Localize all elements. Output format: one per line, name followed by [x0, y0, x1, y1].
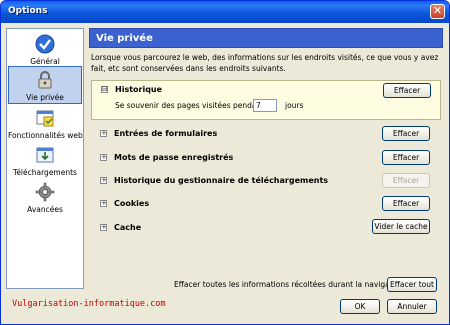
expand-toggle[interactable]: + — [100, 130, 107, 137]
sidebar-item-label: Général — [30, 57, 60, 66]
expand-toggle[interactable]: + — [100, 154, 107, 161]
section-label: Historique — [115, 85, 163, 94]
clear-all-label: Effacer toutes les informations récoltée… — [174, 280, 410, 289]
sidebar-item-label: Fonctionnalités web — [8, 131, 83, 140]
sidebar-item-downloads[interactable]: Téléchargements — [8, 142, 82, 180]
clear-cookies-button[interactable]: Effacer — [382, 196, 430, 211]
section-label: Mots de passe enregistrés — [114, 153, 234, 162]
close-icon: ✕ — [432, 4, 443, 17]
sidebar-item-label: Vie privée — [26, 93, 64, 102]
options-window: Options ✕ Général Vie privée Fonctionnal… — [0, 0, 450, 325]
remember-history-label: Se souvenir des pages visitées pendant — [115, 101, 265, 110]
clear-cache-button[interactable]: Vider le cache — [372, 219, 430, 234]
section-label: Entrées de formulaires — [114, 129, 218, 138]
clear-passwords-button[interactable]: Effacer — [382, 150, 430, 165]
title-bar[interactable]: Options ✕ — [1, 1, 449, 23]
checkmark-icon — [35, 34, 55, 54]
clear-download-history-button[interactable]: Effacer — [382, 173, 430, 188]
history-days-input[interactable] — [253, 99, 277, 112]
downloads-icon — [36, 147, 54, 163]
days-unit-label: jours — [285, 101, 304, 110]
window-title: Options — [8, 6, 48, 16]
close-button[interactable]: ✕ — [430, 4, 445, 19]
section-label: Historique du gestionnaire de télécharge… — [114, 176, 329, 185]
ok-button[interactable]: OK — [340, 299, 380, 314]
expand-toggle[interactable]: + — [100, 224, 107, 231]
sidebar-item-label: Téléchargements — [13, 168, 77, 177]
sidebar-item-label: Avancées — [27, 205, 63, 214]
clear-form-entries-button[interactable]: Effacer — [382, 126, 430, 141]
panel-title: Vie privée — [89, 28, 443, 48]
privacy-panel: Vie privée Lorsque vous parcourez le web… — [89, 28, 443, 289]
cancel-button[interactable]: Annuler — [387, 299, 437, 314]
category-sidebar: Général Vie privée Fonctionnalités web T… — [6, 28, 84, 289]
sidebar-item-advanced[interactable]: Avancées — [8, 179, 82, 217]
section-label: Cache — [114, 223, 142, 232]
sidebar-item-privacy[interactable]: Vie privée — [8, 66, 82, 104]
section-label: Cookies — [114, 199, 150, 208]
web-features-icon — [36, 110, 54, 127]
clear-all-button[interactable]: Effacer tout — [387, 277, 437, 292]
watermark-text: Vulgarisation-informatique.com — [12, 299, 166, 309]
gear-icon — [35, 182, 55, 202]
history-section: ⊟ Historique Effacer Se souvenir des pag… — [91, 80, 441, 120]
expand-toggle[interactable]: + — [100, 177, 107, 184]
expand-toggle[interactable]: + — [100, 200, 107, 207]
panel-description: Lorsque vous parcourez le web, des infor… — [91, 53, 439, 73]
collapse-toggle[interactable]: ⊟ — [101, 86, 108, 93]
sidebar-item-general[interactable]: Général — [8, 31, 82, 69]
sidebar-item-web-features[interactable]: Fonctionnalités web — [8, 105, 83, 143]
clear-history-button[interactable]: Effacer — [383, 83, 431, 98]
padlock-icon — [38, 71, 52, 89]
